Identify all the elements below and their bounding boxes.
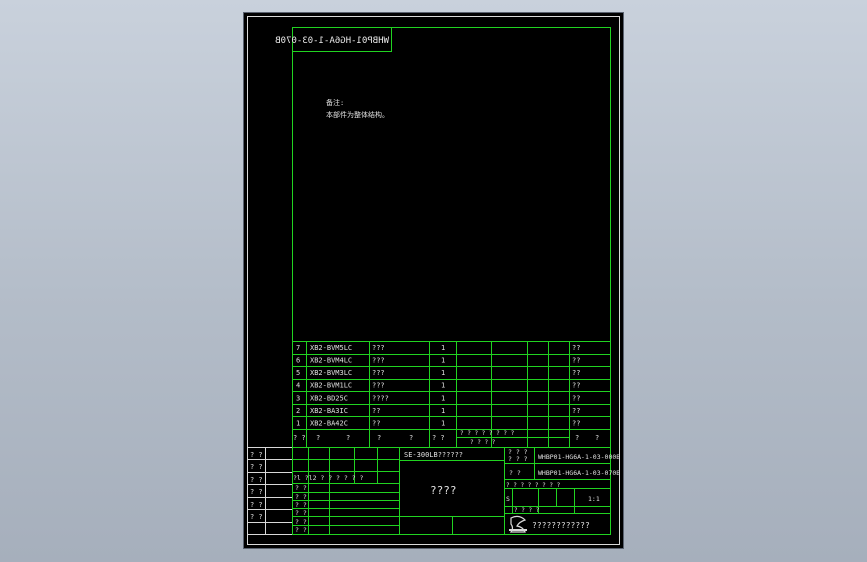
company-logo	[509, 515, 527, 533]
bom-item-number: 6	[296, 357, 300, 365]
notes-title: 备注:	[326, 98, 344, 107]
revision-row: ? ?	[295, 518, 307, 526]
bom-header-5: ?	[409, 434, 413, 442]
bom-header-material-bottom: ? ? ? ?	[470, 439, 496, 446]
bom-part-name: ??	[372, 419, 380, 427]
bom-part-name: ???	[372, 382, 385, 390]
model-text: SE-300LB??????	[404, 451, 463, 459]
bom-item-number: 7	[296, 344, 300, 352]
bom-remark: ??	[572, 344, 580, 352]
notes-line: 本部件为整体结构。	[326, 110, 389, 119]
bom-rows: 7 XB2-BVM5LC??? 1 ?? 6 XB2-BVM4LC??? 1 ?? 5 XB2-B…	[296, 344, 580, 427]
mirrored-drawing-code: WHBP01-HG6A-1-03-070B	[275, 36, 389, 46]
drawing-code: WHBP01-HG6A-1-03-070B	[538, 469, 620, 477]
bom-part-code: XB2-BA3IC	[310, 407, 348, 415]
id-label-2: ? ? ?	[508, 455, 528, 463]
strip-label: ? ?	[250, 451, 263, 459]
drawing-sheet: WHBP01-HG6A-1-03-070B 备注: 本部件为整体结构。 ? ? …	[244, 13, 623, 548]
strip-label: ? ?	[250, 463, 263, 471]
bom-part-code: XB2-BA42C	[310, 419, 348, 427]
bom-quantity: 1	[441, 357, 445, 365]
bom-quantity: 1	[441, 394, 445, 402]
stage-s: S	[506, 495, 510, 503]
bom-remark: ??	[572, 382, 580, 390]
bom-part-code: XB2-BD25C	[310, 394, 348, 402]
bom-item-number: 4	[296, 382, 300, 390]
strip-label: ? ?	[250, 501, 263, 509]
bom-part-name: ???	[372, 357, 385, 365]
bom-item-number: 5	[296, 369, 300, 377]
strip-label: ? ?	[250, 513, 263, 521]
code-label: ? ?	[509, 469, 521, 477]
bom-remark: ??	[572, 419, 580, 427]
bom-quantity: 1	[441, 407, 445, 415]
bom-part-name: ??	[372, 407, 380, 415]
bom-part-code: XB2-BVM4LC	[310, 357, 352, 365]
revision-row: ? ?	[295, 484, 307, 492]
bom-quantity: 1	[441, 382, 445, 390]
revision-row: ? ?	[295, 501, 307, 509]
strip-label: ? ?	[250, 476, 263, 484]
bom-header-9: ?	[595, 434, 599, 442]
bom-part-code: XB2-BVM1LC	[310, 382, 352, 390]
bom-item-number: 3	[296, 394, 300, 402]
bom-header-3: ?	[346, 434, 350, 442]
bom-part-code: XB2-BVM3LC	[310, 369, 352, 377]
frame-lines	[247, 16, 620, 545]
revision-row: ? ?	[295, 509, 307, 517]
bom-item-number: 2	[296, 407, 300, 415]
bom-remark: ??	[572, 394, 580, 402]
bom-part-name: ???	[372, 344, 385, 352]
bom-remark: ??	[572, 407, 580, 415]
bom-remark: ??	[572, 357, 580, 365]
bom-remark: ??	[572, 369, 580, 377]
cad-drawing: WHBP01-HG6A-1-03-070B 备注: 本部件为整体结构。 ? ? …	[247, 16, 620, 545]
bom-quantity: 1	[441, 344, 445, 352]
bom-header-2: ?	[316, 434, 320, 442]
company-name: ????????????	[532, 521, 590, 530]
strip-label: ? ?	[250, 488, 263, 496]
bom-header-4: ?	[377, 434, 381, 442]
bom-quantity: 1	[441, 419, 445, 427]
bom-header-1: ? ?	[293, 434, 306, 442]
revision-header: ?l ?l2 ? ? ? ? ? ?	[293, 474, 364, 482]
bom-header-material-top: ? ? ? ? ? ? ? ?	[460, 430, 515, 437]
bom-item-number: 1	[296, 419, 300, 427]
sheet-row: ? ? ? ?	[514, 507, 540, 514]
bom-quantity: 1	[441, 369, 445, 377]
bom-part-code: XB2-BVM5LC	[310, 344, 352, 352]
revision-row: ? ?	[295, 493, 307, 501]
bom-part-name: ????	[372, 394, 389, 402]
drawing-title: ????	[430, 484, 457, 497]
bom-header-6: ? ?	[432, 434, 445, 442]
bom-header-8: ?	[575, 434, 579, 442]
part-code: WHBP01-HG6A-1-03-000B	[538, 453, 620, 461]
stage-header: ? ? ? ? ? ? ? ?	[506, 482, 561, 489]
scale-value: 1:1	[588, 495, 600, 503]
revision-row: ? ?	[295, 526, 307, 534]
bom-part-name: ???	[372, 369, 385, 377]
